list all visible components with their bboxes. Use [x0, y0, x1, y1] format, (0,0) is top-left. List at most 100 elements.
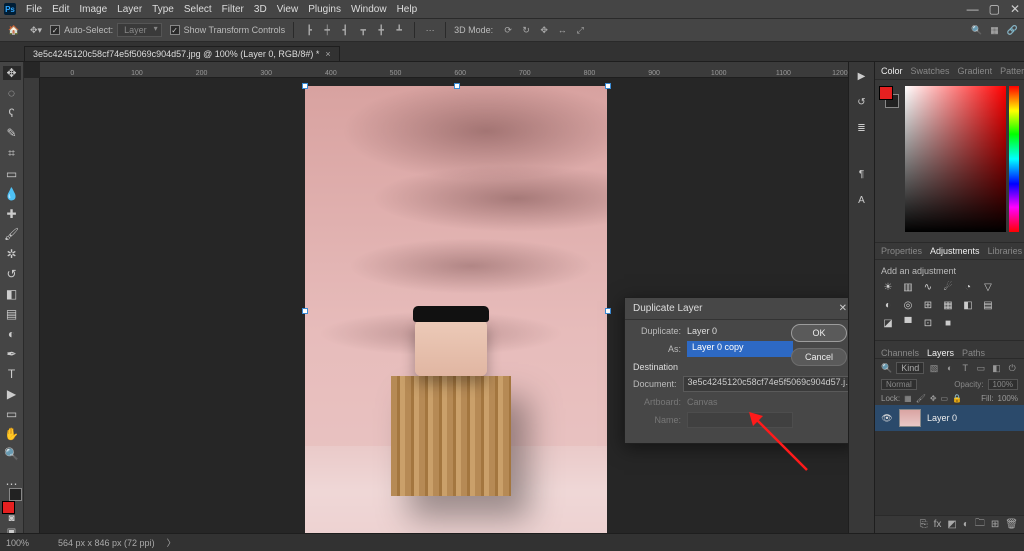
- eraser-tool[interactable]: ◧: [3, 287, 21, 301]
- menu-help[interactable]: Help: [397, 4, 418, 15]
- adj-gradient-map-icon[interactable]: ▀: [901, 316, 915, 330]
- frame-tool[interactable]: ▭: [3, 167, 21, 181]
- paragraph-icon[interactable]: ¶: [854, 166, 870, 182]
- adj-exposure-icon[interactable]: ☄: [941, 280, 955, 294]
- zoom-tool[interactable]: 🔍: [3, 447, 21, 461]
- layer-filter-kind[interactable]: Kind: [896, 362, 924, 374]
- share-icon[interactable]: 🔗: [1007, 25, 1018, 36]
- tab-layers[interactable]: Layers: [927, 348, 954, 358]
- tab-color[interactable]: Color: [881, 66, 903, 76]
- distribute-icon[interactable]: ⋯: [423, 23, 437, 37]
- 3d-roll-icon[interactable]: ↻: [519, 23, 533, 37]
- filter-pixel-icon[interactable]: ▧: [928, 362, 940, 374]
- history-icon[interactable]: ↺: [854, 94, 870, 110]
- adjustment-layer-icon[interactable]: ◐: [963, 519, 969, 530]
- 3d-slide-icon[interactable]: ↔: [555, 23, 569, 37]
- 3d-pan-icon[interactable]: ✥: [537, 23, 551, 37]
- canvas-area[interactable]: 0 100 200 300 400 500 600 700 800 900 10…: [24, 62, 848, 533]
- menu-select[interactable]: Select: [184, 4, 212, 15]
- lock-transparency-icon[interactable]: ▦: [904, 394, 912, 403]
- stamp-tool[interactable]: ✲: [3, 247, 21, 261]
- adj-threshold-icon[interactable]: ◪: [881, 316, 895, 330]
- type-tool[interactable]: T: [3, 367, 21, 381]
- auto-select-target[interactable]: Layer: [117, 23, 162, 37]
- menu-edit[interactable]: Edit: [52, 4, 69, 15]
- brush-tool[interactable]: 🖌: [3, 227, 21, 241]
- move-tool[interactable]: ✥: [3, 66, 21, 80]
- play-icon[interactable]: ▶: [854, 68, 870, 84]
- layer-mask-icon[interactable]: ◩: [947, 519, 956, 530]
- menu-image[interactable]: Image: [79, 4, 107, 15]
- path-select-tool[interactable]: ▶: [3, 387, 21, 401]
- adj-bw-icon[interactable]: ◐: [881, 298, 895, 312]
- window-minimize-icon[interactable]: —: [967, 2, 979, 16]
- adj-levels-icon[interactable]: ▥: [901, 280, 915, 294]
- lock-position-icon[interactable]: ✥: [930, 394, 937, 403]
- adj-color-lookup-icon[interactable]: ▦: [941, 298, 955, 312]
- layers-icon[interactable]: ≣: [854, 120, 870, 136]
- tab-patterns[interactable]: Patterns: [1000, 66, 1024, 76]
- adj-photo-filter-icon[interactable]: ◎: [901, 298, 915, 312]
- tab-libraries[interactable]: Libraries: [988, 246, 1023, 256]
- align-top-icon[interactable]: ┳: [356, 23, 370, 37]
- align-hcenter-icon[interactable]: ┿: [320, 23, 334, 37]
- blend-mode-select[interactable]: Normal: [881, 379, 917, 390]
- quickmask-icon[interactable]: ◙: [8, 513, 14, 524]
- tab-properties[interactable]: Properties: [881, 246, 922, 256]
- menu-filter[interactable]: Filter: [222, 4, 244, 15]
- lock-artboard-icon[interactable]: ▭: [941, 394, 949, 403]
- menu-file[interactable]: File: [26, 4, 42, 15]
- home-icon[interactable]: 🏠: [6, 23, 22, 37]
- adj-vibrance-icon[interactable]: ◔: [961, 280, 975, 294]
- align-right-icon[interactable]: ┫: [338, 23, 352, 37]
- healing-tool[interactable]: ✚: [3, 207, 21, 221]
- filter-type-icon[interactable]: T: [959, 362, 971, 374]
- align-left-icon[interactable]: ┣: [302, 23, 316, 37]
- adj-invert-icon[interactable]: ◧: [961, 298, 975, 312]
- doc-info-chevron-icon[interactable]: 〉: [167, 536, 176, 549]
- marquee-tool[interactable]: ◌: [3, 86, 21, 100]
- align-vcenter-icon[interactable]: ╋: [374, 23, 388, 37]
- ok-button[interactable]: OK: [791, 324, 847, 342]
- dialog-close-icon[interactable]: ✕: [839, 303, 847, 314]
- layer-style-icon[interactable]: fx: [934, 519, 942, 530]
- show-transform-checkbox[interactable]: ✓: [170, 25, 180, 35]
- filter-smart-icon[interactable]: ◧: [991, 362, 1003, 374]
- 3d-zoom-icon[interactable]: ⤢: [573, 23, 587, 37]
- workspace-icon[interactable]: ▦: [990, 25, 999, 36]
- shape-tool[interactable]: ▭: [3, 407, 21, 421]
- group-icon[interactable]: 🗀: [975, 516, 985, 533]
- menu-layer[interactable]: Layer: [117, 4, 142, 15]
- lock-all-icon[interactable]: 🔒: [952, 394, 962, 403]
- document-select[interactable]: 3e5c4245120c58cf74e5f5069c904d57.j…: [683, 376, 848, 392]
- filter-adjust-icon[interactable]: ◐: [944, 362, 956, 374]
- menu-3d[interactable]: 3D: [254, 4, 267, 15]
- filter-toggle-icon[interactable]: ⏻: [1006, 362, 1018, 374]
- character-icon[interactable]: A: [854, 192, 870, 208]
- tab-adjustments[interactable]: Adjustments: [930, 246, 980, 256]
- canvas-image[interactable]: [305, 86, 607, 533]
- layer-name[interactable]: Layer 0: [927, 413, 957, 423]
- window-maximize-icon[interactable]: ▢: [989, 2, 1000, 16]
- hue-slider[interactable]: [1009, 86, 1019, 232]
- dodge-tool[interactable]: ◐: [3, 327, 21, 341]
- panel-foreground-swatch[interactable]: [879, 86, 893, 100]
- as-input[interactable]: Layer 0 copy: [687, 341, 793, 357]
- tab-gradient[interactable]: Gradient: [958, 66, 993, 76]
- layer-item[interactable]: 👁 Layer 0: [875, 405, 1024, 431]
- lasso-tool[interactable]: ʕ: [3, 106, 21, 120]
- tab-channels[interactable]: Channels: [881, 348, 919, 358]
- doc-info[interactable]: 564 px x 846 px (72 ppi): [58, 538, 155, 548]
- tab-swatches[interactable]: Swatches: [911, 66, 950, 76]
- link-layers-icon[interactable]: ⎘: [920, 519, 928, 530]
- window-close-icon[interactable]: ✕: [1010, 2, 1020, 16]
- search-icon[interactable]: 🔍: [971, 25, 982, 36]
- document-tab[interactable]: 3e5c4245120c58cf74e5f5069c904d57.jpg @ 1…: [24, 46, 340, 61]
- menu-window[interactable]: Window: [351, 4, 387, 15]
- saturation-value-picker[interactable]: [905, 86, 1006, 232]
- adj-selective-color-icon[interactable]: ⊡: [921, 316, 935, 330]
- hand-tool[interactable]: ✋: [3, 427, 21, 441]
- align-bottom-icon[interactable]: ┻: [392, 23, 406, 37]
- background-color[interactable]: [9, 488, 22, 501]
- adj-channel-mixer-icon[interactable]: ⊞: [921, 298, 935, 312]
